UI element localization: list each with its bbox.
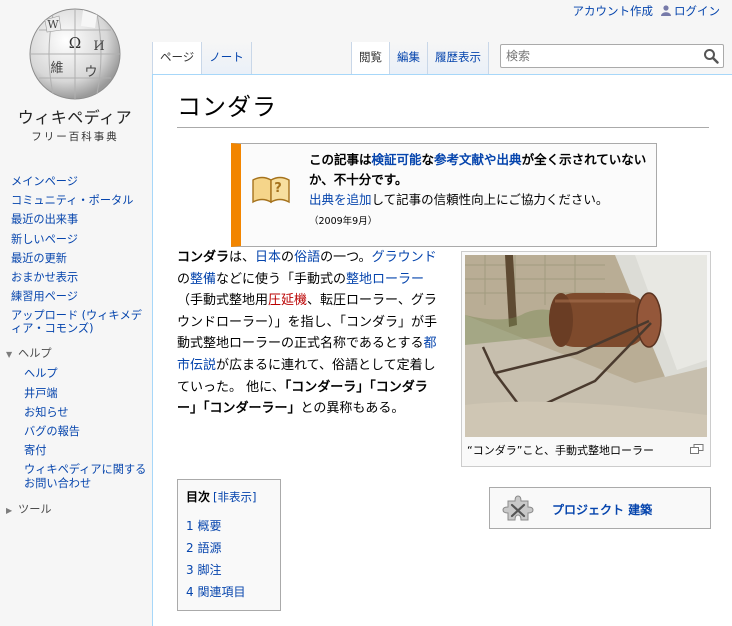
link-roller[interactable]: 整地ローラー xyxy=(346,272,424,287)
references-link[interactable]: 参考文献や出典 xyxy=(434,152,522,167)
link-rolling-mill[interactable]: 圧延機 xyxy=(268,293,307,308)
thumbnail: “コンダラ”こと、手動式整地ローラー xyxy=(461,251,711,467)
logo-wordmark: ウィキペディア xyxy=(17,108,133,127)
svg-text:W: W xyxy=(47,18,59,31)
link-maintenance[interactable]: 整備 xyxy=(190,272,216,287)
wikipedia-globe-icon: W Ω И 維 ウ xyxy=(29,8,121,100)
project-box: プロジェクト 建築 xyxy=(489,487,711,529)
enlarge-icon[interactable] xyxy=(690,444,704,454)
help-list: ヘルプ 井戸端 お知らせ バグの報告 寄付 ウィキペディアに関するお問い合わせ xyxy=(0,364,150,494)
sidebar-item-community-portal[interactable]: コミュニティ・ポータル xyxy=(11,194,133,207)
tab-page[interactable]: ページ xyxy=(152,42,203,74)
puzzle-tools-icon xyxy=(502,495,534,521)
tab-edit[interactable]: 編集 xyxy=(390,42,428,74)
toc-item[interactable]: 2 語源 xyxy=(186,537,272,559)
toc-item[interactable]: 4 関連項目 xyxy=(186,581,272,603)
book-question-icon: ? xyxy=(252,176,290,204)
sidebar-item-donate[interactable]: 寄付 xyxy=(24,444,46,457)
toc-toggle-link[interactable]: [非表示] xyxy=(213,490,256,504)
sidebar-item-notices[interactable]: お知らせ xyxy=(24,406,69,419)
verifiable-link[interactable]: 検証可能 xyxy=(372,152,422,167)
search-box xyxy=(500,44,724,68)
toc-title: 目次 [非表示] xyxy=(186,490,257,504)
link-japan[interactable]: 日本 xyxy=(255,250,281,265)
tab-read[interactable]: 閲覧 xyxy=(351,42,390,74)
thumbnail-caption: “コンダラ”こと、手動式整地ローラー xyxy=(467,444,654,457)
notice-box: ? この記事は検証可能な参考文献や出典が全く示されていないか、不十分です。 出典… xyxy=(231,143,657,247)
help-portal-heading[interactable]: ▼ ヘルプ xyxy=(0,344,150,364)
tab-history[interactable]: 履歴表示 xyxy=(428,42,489,74)
lead-paragraph: コンダラは、日本の俗語の一つ。グラウンドの整備などに使う「手動式の整地ローラー（… xyxy=(177,250,438,417)
user-icon xyxy=(661,5,671,16)
logo-tagline: フリー百科事典 xyxy=(31,131,119,143)
link-slang[interactable]: 俗語 xyxy=(294,250,320,265)
svg-text:ウ: ウ xyxy=(84,65,97,80)
sidebar-item-main-page[interactable]: メインページ xyxy=(11,175,78,188)
tab-talk[interactable]: ノート xyxy=(202,42,252,74)
sidebar-item-village-pump[interactable]: 井戸端 xyxy=(24,387,58,400)
toc-item[interactable]: 1 概要 xyxy=(186,515,272,537)
site-logo[interactable]: W Ω И 維 ウ ウィキペディア フリー百科事典 xyxy=(12,6,138,144)
notice-text: この記事は検証可能な参考文献や出典が全く示されていないか、不十分です。 出典を追… xyxy=(309,152,647,227)
sidebar-item-new-pages[interactable]: 新しいページ xyxy=(11,233,78,246)
sidebar-item-recent-changes[interactable]: 最近の更新 xyxy=(11,252,67,265)
article-content: コンダラ ? この記事は検証可能な参考文献や出典が全く示されていないか、不十分で… xyxy=(152,74,732,626)
personal-tools: アカウント作成 ログイン xyxy=(573,3,721,19)
table-of-contents: 目次 [非表示] 1 概要 2 語源 3 脚注 4 関連項目 xyxy=(177,479,281,611)
sidebar-item-bug-report[interactable]: バグの報告 xyxy=(24,425,80,438)
search-input[interactable] xyxy=(501,45,691,67)
sidebar-item-contact[interactable]: ウィキペディアに関するお問い合わせ xyxy=(24,463,146,490)
sidebar-item-help[interactable]: ヘルプ xyxy=(24,367,58,380)
login-link[interactable]: ログイン xyxy=(674,4,720,18)
sidebar-item-upload[interactable]: アップロード (ウィキメディア・コモンズ) xyxy=(11,309,142,335)
roller-image xyxy=(465,255,707,437)
page-title: コンダラ xyxy=(177,91,709,128)
svg-text:Ω: Ω xyxy=(69,34,81,52)
sidebar-item-sandbox[interactable]: 練習用ページ xyxy=(11,290,78,303)
notice-date: （2009年9月） xyxy=(309,216,378,227)
create-account-link[interactable]: アカウント作成 xyxy=(573,3,654,19)
svg-text:維: 維 xyxy=(50,61,63,76)
add-citation-link[interactable]: 出典を追加 xyxy=(309,192,372,207)
roller-photo[interactable] xyxy=(465,255,707,437)
sidebar-navigation: メインページ コミュニティ・ポータル 最近の出来事 新しいページ 最近の更新 お… xyxy=(0,172,150,338)
view-tabs: 閲覧 編集 履歴表示 xyxy=(351,42,489,74)
svg-text:И: И xyxy=(93,39,104,54)
svg-text:?: ? xyxy=(274,181,282,196)
namespace-tabs: ページ ノート xyxy=(152,42,252,74)
link-ground[interactable]: グラウンド xyxy=(372,250,437,265)
expanded-triangle-icon: ▼ xyxy=(6,350,13,360)
toc-list: 1 概要 2 語源 3 脚注 4 関連項目 xyxy=(186,515,272,603)
search-icon[interactable] xyxy=(703,48,719,64)
collapsed-triangle-icon: ▶ xyxy=(6,506,13,516)
sidebar-item-current-events[interactable]: 最近の出来事 xyxy=(11,213,78,226)
tools-portal-heading[interactable]: ▶ ツール xyxy=(0,500,150,520)
login-item[interactable]: ログイン xyxy=(661,3,720,19)
sidebar: メインページ コミュニティ・ポータル 最近の出来事 新しいページ 最近の更新 お… xyxy=(0,172,150,520)
project-architecture-link[interactable]: プロジェクト 建築 xyxy=(552,501,652,518)
sidebar-item-random[interactable]: おまかせ表示 xyxy=(11,271,78,284)
toc-item[interactable]: 3 脚注 xyxy=(186,559,272,581)
